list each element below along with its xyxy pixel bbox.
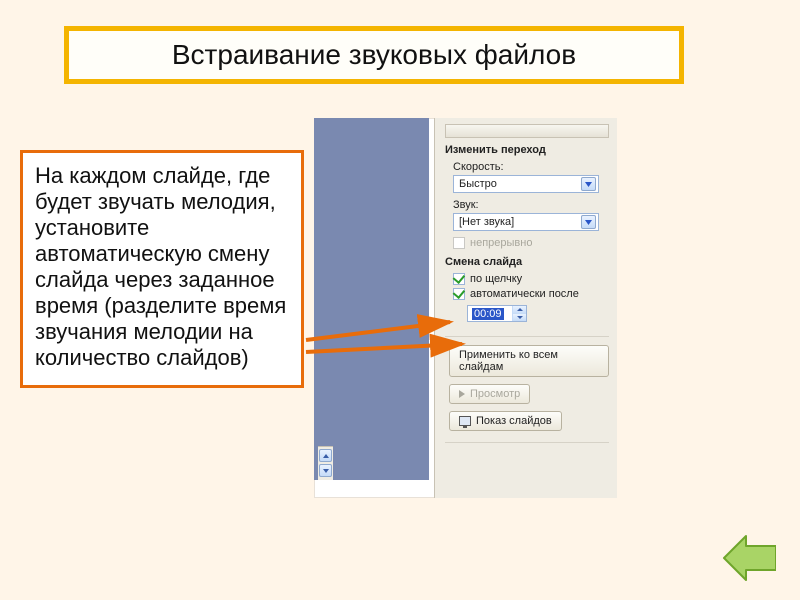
nav-back-arrow[interactable] xyxy=(722,534,776,582)
sound-label: Звук: xyxy=(453,199,609,211)
scroll-up-button[interactable] xyxy=(319,449,332,462)
preview-label: Просмотр xyxy=(470,388,520,400)
instruction-text: На каждом слайде, где будет звучать мело… xyxy=(35,163,289,371)
auto-time-value: 00:09 xyxy=(468,306,512,321)
auto-after-checkbox-row[interactable]: автоматически после xyxy=(453,288,609,300)
slideshow-label: Показ слайдов xyxy=(476,415,552,427)
preview-button[interactable]: Просмотр xyxy=(449,384,530,404)
divider xyxy=(445,442,609,443)
speed-label: Скорость: xyxy=(453,161,609,173)
checkbox-icon xyxy=(453,273,465,285)
section-advance-title: Смена слайда xyxy=(445,256,609,268)
slide-title: Встраивание звуковых файлов xyxy=(79,39,669,71)
monitor-icon xyxy=(459,416,471,426)
transition-task-pane: Изменить переход Скорость: Быстро Звук: … xyxy=(434,118,617,498)
speed-value: Быстро xyxy=(459,178,497,190)
slideshow-button[interactable]: Показ слайдов xyxy=(449,411,562,431)
spinner-down-button[interactable] xyxy=(513,314,526,322)
apply-all-button[interactable]: Применить ко всем слайдам xyxy=(449,345,609,377)
divider xyxy=(445,336,609,337)
sound-combo[interactable]: [Нет звука] xyxy=(453,213,599,231)
pane-header-rule xyxy=(445,124,609,138)
chevron-down-icon xyxy=(581,215,596,229)
scroll-down-button[interactable] xyxy=(319,464,332,477)
loop-checkbox-row[interactable]: непрерывно xyxy=(453,237,609,249)
checkbox-icon xyxy=(453,237,465,249)
slide-thumbnail-area xyxy=(314,118,429,480)
on-click-checkbox-row[interactable]: по щелчку xyxy=(453,273,609,285)
section-transition-title: Изменить переход xyxy=(445,144,609,156)
auto-time-spinner[interactable]: 00:09 xyxy=(467,305,527,322)
apply-all-label: Применить ко всем слайдам xyxy=(459,349,599,373)
chevron-down-icon xyxy=(581,177,596,191)
checkbox-icon xyxy=(453,288,465,300)
spinner-up-button[interactable] xyxy=(513,306,526,314)
speed-combo[interactable]: Быстро xyxy=(453,175,599,193)
app-screenshot: Изменить переход Скорость: Быстро Звук: … xyxy=(314,118,617,498)
play-icon xyxy=(459,390,465,398)
auto-after-label: автоматически после xyxy=(470,288,579,300)
scroll-strip xyxy=(318,446,333,480)
on-click-label: по щелчку xyxy=(470,273,522,285)
instruction-callout: На каждом слайде, где будет звучать мело… xyxy=(20,150,304,388)
slide-title-box: Встраивание звуковых файлов xyxy=(64,26,684,84)
spinner-buttons xyxy=(512,306,526,321)
loop-label: непрерывно xyxy=(470,237,532,249)
sound-value: [Нет звука] xyxy=(459,216,514,228)
